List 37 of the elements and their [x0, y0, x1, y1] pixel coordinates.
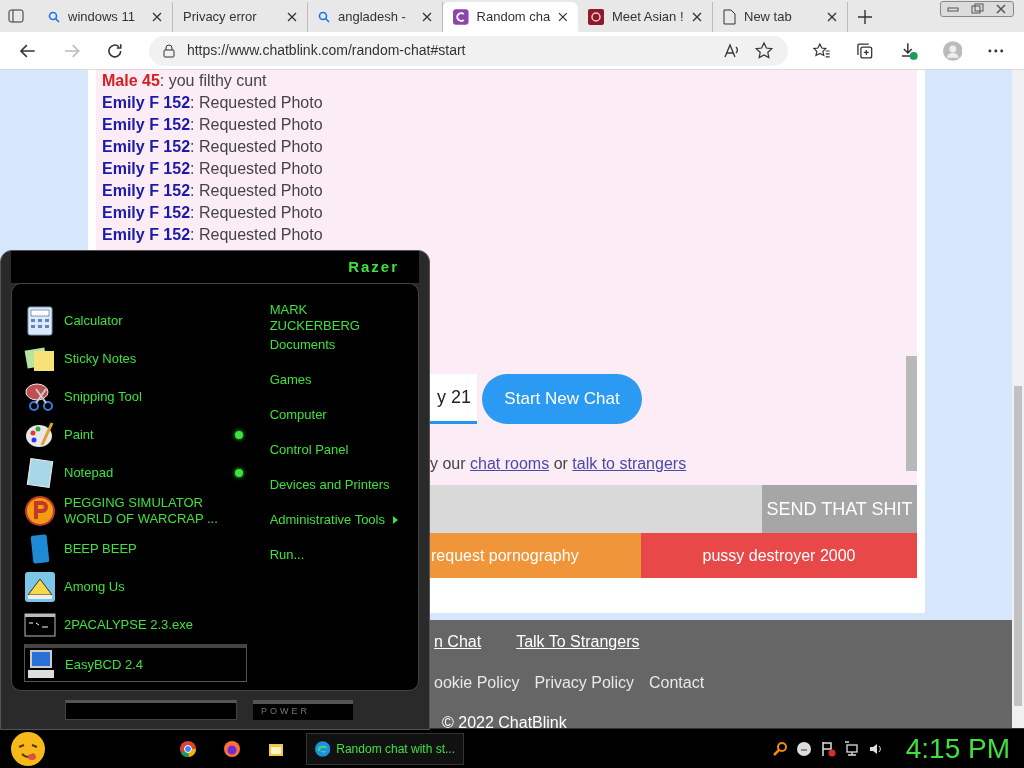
- place-label: Run...: [269, 547, 305, 563]
- tab-title: Random cha: [476, 8, 551, 27]
- brand-logo: Razer: [348, 256, 399, 277]
- program-label: Calculator: [64, 313, 124, 329]
- place-label: Control Panel: [269, 442, 349, 458]
- copyright-text: © 2022 ChatBlink: [441, 713, 568, 728]
- chat-message: Emily F 152: Requested Photo: [102, 159, 324, 179]
- place-label: Documents: [269, 337, 336, 353]
- tab-title: Meet Asian !: [612, 8, 684, 27]
- chat-message: Emily F 152: Requested Photo: [102, 225, 324, 245]
- program-label: BEEP BEEP: [64, 541, 138, 557]
- chat-message: Male 45: you filthy cunt: [102, 71, 268, 91]
- program-label: 2PACALYPSE 2.3.exe: [64, 617, 194, 633]
- tab-title: windows 11: [68, 8, 136, 27]
- task-title: Random chat with st...: [336, 740, 455, 758]
- place-label: Administrative Tools: [269, 512, 385, 528]
- clock: 4:15 PM: [905, 733, 1010, 764]
- chat-message: Emily F 152: Requested Photo: [102, 93, 324, 113]
- program-label: Among Us: [64, 579, 126, 595]
- program-label: Sticky Notes: [64, 351, 138, 367]
- place-label: Games: [269, 372, 312, 388]
- tab-title: New tab: [744, 8, 793, 27]
- tab-title: angladesh -: [338, 8, 407, 27]
- program-label: Notepad: [64, 465, 115, 481]
- chat-message: Emily F 152: Requested Photo: [102, 137, 324, 157]
- url-text: https://www.chatblink.com/random-chat#start: [186, 41, 467, 60]
- chat-message: Emily F 152: Requested Photo: [102, 203, 324, 223]
- program-label: EasyBCD 2.4: [65, 656, 145, 673]
- place-label: Computer: [269, 407, 327, 423]
- program-label: Snipping Tool: [64, 389, 143, 405]
- place-label: MARK ZUCKERBERG: [269, 302, 361, 334]
- tab-title: Privacy error: [183, 8, 258, 27]
- program-label: Paint: [64, 427, 95, 443]
- program-label: PEGGING SIMULATOR WORLD OF WARCRAP ...: [64, 495, 219, 527]
- place-label: Devices and Printers: [269, 477, 390, 493]
- chat-message: Emily F 152: Requested Photo: [102, 181, 324, 201]
- chat-message: Emily F 152: Requested Photo: [102, 115, 324, 135]
